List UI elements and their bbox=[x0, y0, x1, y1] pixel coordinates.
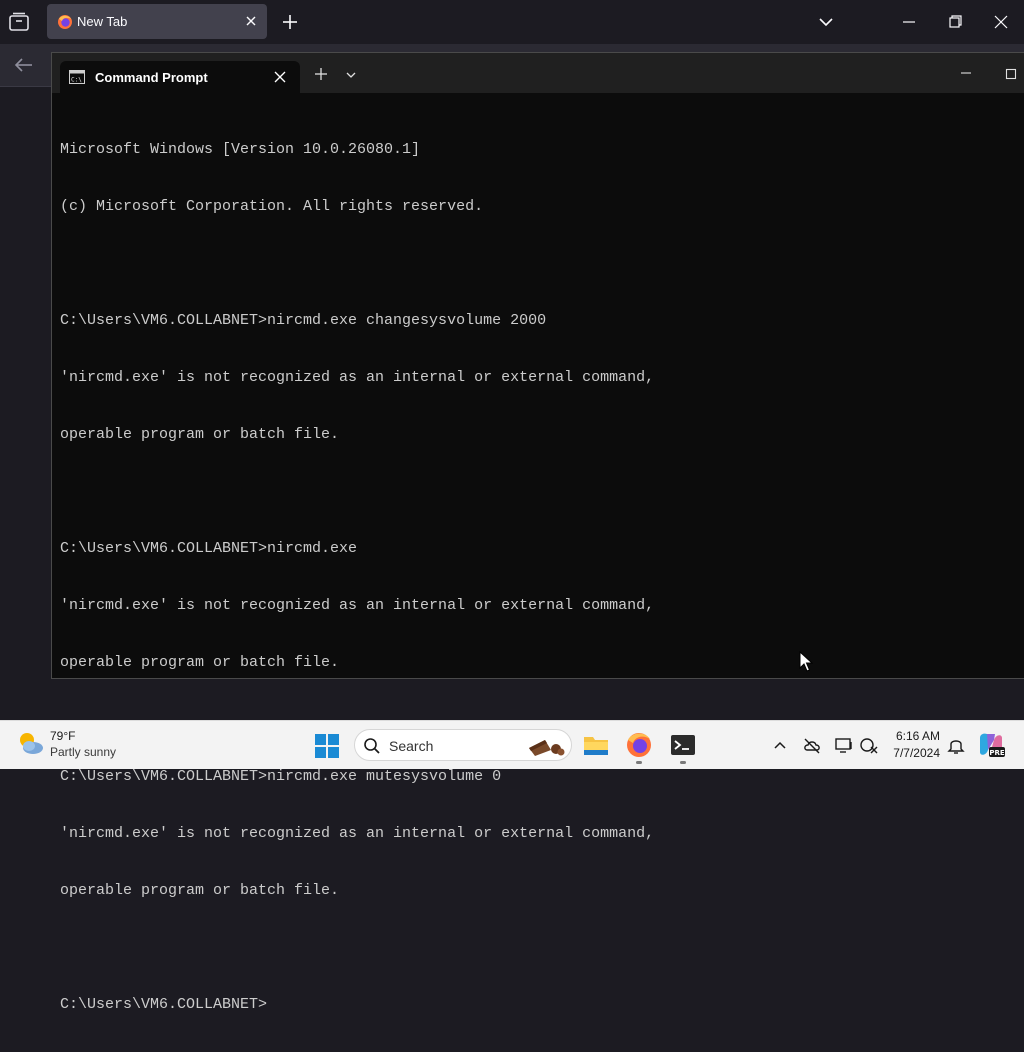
weather-icon[interactable] bbox=[16, 729, 46, 759]
file-explorer-icon[interactable] bbox=[580, 729, 612, 761]
bell-icon[interactable] bbox=[946, 735, 966, 755]
mouse-cursor-icon bbox=[799, 651, 813, 672]
close-icon[interactable] bbox=[273, 70, 287, 84]
back-arrow-icon[interactable] bbox=[12, 55, 36, 75]
terminal-line: Microsoft Windows [Version 10.0.26080.1] bbox=[60, 141, 421, 158]
search-highlight-cake-icon bbox=[529, 740, 565, 756]
terminal-prompt-line[interactable]: C:\Users\VM6.COLLABNET> bbox=[60, 995, 1020, 1014]
maximize-icon[interactable] bbox=[1005, 68, 1017, 80]
clock-time[interactable]: 6:16 AM bbox=[888, 729, 940, 743]
minimize-icon[interactable] bbox=[959, 68, 973, 78]
display-icon[interactable] bbox=[834, 735, 854, 755]
network-icon[interactable] bbox=[859, 735, 879, 755]
terminal-icon: C:\ bbox=[69, 70, 85, 84]
search-icon bbox=[364, 738, 380, 754]
firefox-icon bbox=[58, 15, 72, 29]
chevron-down-icon[interactable] bbox=[345, 70, 357, 80]
terminal-line: operable program or batch file. bbox=[60, 426, 340, 443]
terminal-line: operable program or batch file. bbox=[60, 654, 340, 671]
firefox-icon[interactable] bbox=[623, 729, 655, 761]
terminal-line: C:\Users\VM6.COLLABNET>nircmd.exe mutesy… bbox=[60, 768, 502, 785]
chevron-up-icon[interactable] bbox=[770, 735, 790, 755]
terminal-output[interactable]: Microsoft Windows [Version 10.0.26080.1]… bbox=[60, 102, 1020, 1013]
taskbar: 79°F Partly sunny Search 6:16 AM 7/7/202… bbox=[0, 720, 1024, 769]
clock-date[interactable]: 7/7/2024 bbox=[888, 746, 940, 760]
terminal-line: operable program or batch file. bbox=[60, 882, 340, 899]
plus-icon[interactable] bbox=[280, 12, 300, 32]
terminal-window: C:\ Command Prompt Microsoft Windows [Ve… bbox=[51, 52, 1024, 1013]
minimize-icon[interactable] bbox=[897, 11, 921, 33]
terminal-line: C:\Users\VM6.COLLABNET>nircmd.exe bbox=[60, 540, 358, 557]
terminal-line: 'nircmd.exe' is not recognized as an int… bbox=[60, 597, 655, 614]
terminal-tab-title: Command Prompt bbox=[95, 70, 208, 85]
weather-temperature[interactable]: 79°F bbox=[50, 729, 75, 743]
copilot-icon[interactable]: PRE bbox=[976, 730, 1006, 760]
terminal-line: 'nircmd.exe' is not recognized as an int… bbox=[60, 369, 655, 386]
search-label: Search bbox=[389, 738, 434, 754]
close-window-icon[interactable] bbox=[989, 11, 1013, 33]
close-icon[interactable] bbox=[243, 13, 259, 29]
plus-icon[interactable] bbox=[314, 67, 328, 81]
copilot-badge: PRE bbox=[989, 749, 1005, 757]
terminal-line: (c) Microsoft Corporation. All rights re… bbox=[60, 198, 484, 215]
terminal-tab[interactable]: C:\ Command Prompt bbox=[60, 61, 300, 93]
onedrive-icon[interactable] bbox=[802, 735, 822, 755]
firefox-running-indicator bbox=[636, 761, 642, 764]
list-all-tabs-icon[interactable] bbox=[8, 12, 30, 32]
terminal-line: 'nircmd.exe' is not recognized as an int… bbox=[60, 825, 655, 842]
browser-content-area bbox=[0, 86, 52, 721]
windows-start-icon[interactable] bbox=[314, 733, 340, 759]
svg-text:C:\: C:\ bbox=[71, 77, 82, 84]
browser-tab[interactable]: New Tab bbox=[47, 4, 267, 39]
terminal-line: C:\Users\VM6.COLLABNET>nircmd.exe change… bbox=[60, 312, 547, 329]
weather-description[interactable]: Partly sunny bbox=[50, 745, 116, 759]
terminal-icon[interactable] bbox=[667, 729, 699, 761]
browser-tab-title: New Tab bbox=[77, 14, 128, 29]
restore-icon[interactable] bbox=[943, 11, 967, 33]
chevron-down-icon[interactable] bbox=[816, 12, 836, 32]
taskbar-search-box[interactable]: Search bbox=[354, 729, 572, 761]
terminal-running-indicator bbox=[680, 761, 686, 764]
